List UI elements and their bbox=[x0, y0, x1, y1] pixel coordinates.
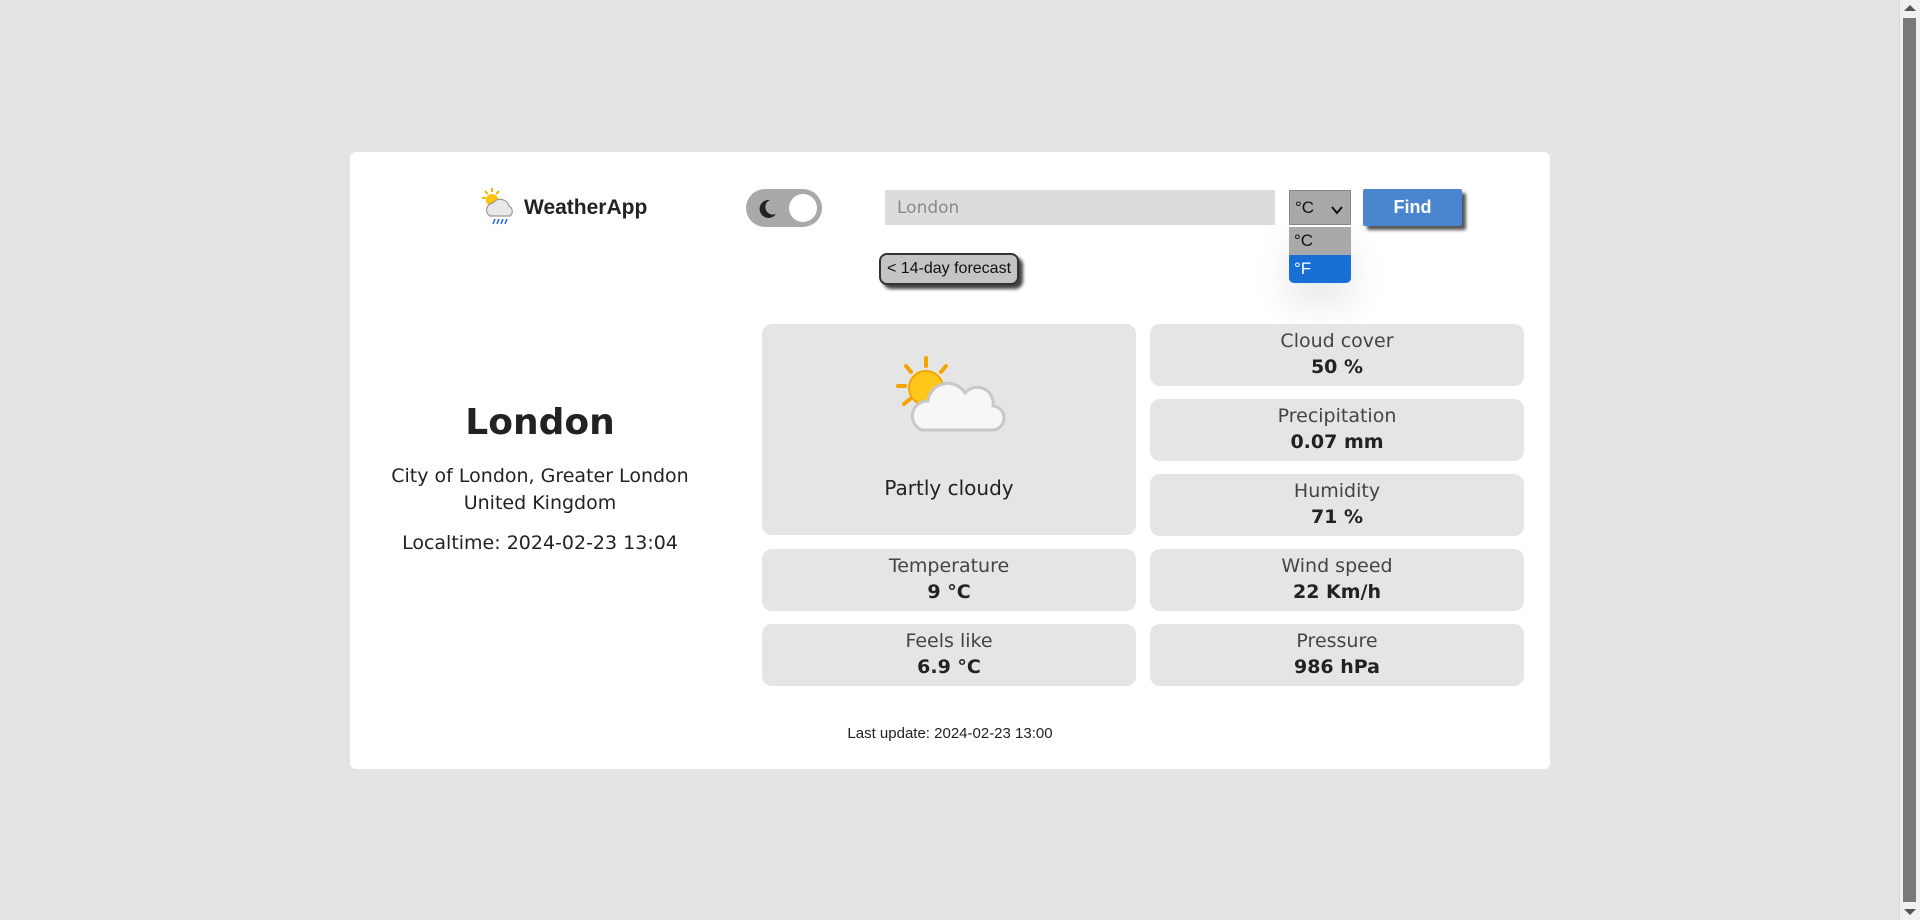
find-button[interactable]: Find bbox=[1363, 189, 1462, 226]
location-panel: London City of London, Greater London Un… bbox=[390, 402, 690, 557]
wind-speed-value: 22 Km/h bbox=[1292, 581, 1382, 603]
weather-card: WeatherApp °C °C °F Find < 14-day foreca… bbox=[350, 152, 1550, 769]
last-update-text: Last update: 2024-02-23 13:00 bbox=[847, 725, 1053, 742]
cloud-cover-label: Cloud cover bbox=[1280, 330, 1394, 352]
temperature-label: Temperature bbox=[888, 555, 1010, 577]
toggle-knob bbox=[789, 194, 817, 222]
cloud-cover-value: 50 % bbox=[1310, 356, 1364, 378]
pressure-tile: Pressure 986 hPa bbox=[1150, 624, 1524, 686]
pressure-label: Pressure bbox=[1296, 630, 1378, 652]
unit-dropdown-list: °C °F bbox=[1289, 227, 1351, 283]
moon-icon bbox=[756, 198, 778, 224]
temperature-value: 9 °C bbox=[927, 581, 971, 603]
cloud-cover-tile: Cloud cover 50 % bbox=[1150, 324, 1524, 386]
page-scrollbar[interactable] bbox=[1899, 0, 1920, 920]
localtime-text: Localtime: 2024-02-23 13:04 bbox=[402, 532, 678, 554]
wind-speed-label: Wind speed bbox=[1281, 555, 1393, 577]
condition-text: Partly cloudy bbox=[884, 476, 1014, 500]
partly-cloudy-icon bbox=[890, 354, 1008, 440]
country-text: United Kingdom bbox=[463, 492, 617, 514]
app-brand: WeatherApp bbox=[478, 186, 647, 230]
humidity-value: 71 % bbox=[1310, 506, 1364, 528]
feels-like-tile: Feels like 6.9 °C bbox=[762, 624, 1136, 686]
region-text: City of London, Greater London bbox=[391, 465, 689, 487]
precipitation-label: Precipitation bbox=[1277, 405, 1397, 427]
unit-option-fahrenheit[interactable]: °F bbox=[1289, 255, 1351, 283]
scroll-up-icon[interactable] bbox=[1904, 5, 1916, 11]
feels-like-value: 6.9 °C bbox=[917, 656, 981, 678]
unit-select[interactable]: °C bbox=[1289, 190, 1351, 225]
app-name: WeatherApp bbox=[524, 196, 648, 219]
humidity-tile: Humidity 71 % bbox=[1150, 474, 1524, 536]
forecast-button[interactable]: < 14-day forecast bbox=[879, 253, 1019, 285]
humidity-label: Humidity bbox=[1293, 480, 1381, 502]
wind-speed-tile: Wind speed 22 Km/h bbox=[1150, 549, 1524, 611]
unit-option-celsius[interactable]: °C bbox=[1289, 227, 1351, 255]
feels-like-label: Feels like bbox=[905, 630, 993, 652]
unit-select-value: °C bbox=[1295, 197, 1315, 217]
scrollbar-thumb[interactable] bbox=[1903, 18, 1916, 902]
precipitation-value: 0.07 mm bbox=[1290, 431, 1384, 453]
scroll-down-icon[interactable] bbox=[1904, 909, 1916, 915]
precipitation-tile: Precipitation 0.07 mm bbox=[1150, 399, 1524, 461]
chevron-down-icon bbox=[1331, 201, 1343, 221]
temperature-tile: Temperature 9 °C bbox=[762, 549, 1136, 611]
dark-mode-toggle[interactable] bbox=[746, 189, 822, 227]
condition-tile: Partly cloudy bbox=[762, 324, 1136, 535]
pressure-value: 986 hPa bbox=[1293, 656, 1381, 678]
search-input[interactable] bbox=[885, 190, 1275, 225]
weather-logo-icon bbox=[478, 186, 518, 230]
city-name: London bbox=[465, 402, 615, 443]
